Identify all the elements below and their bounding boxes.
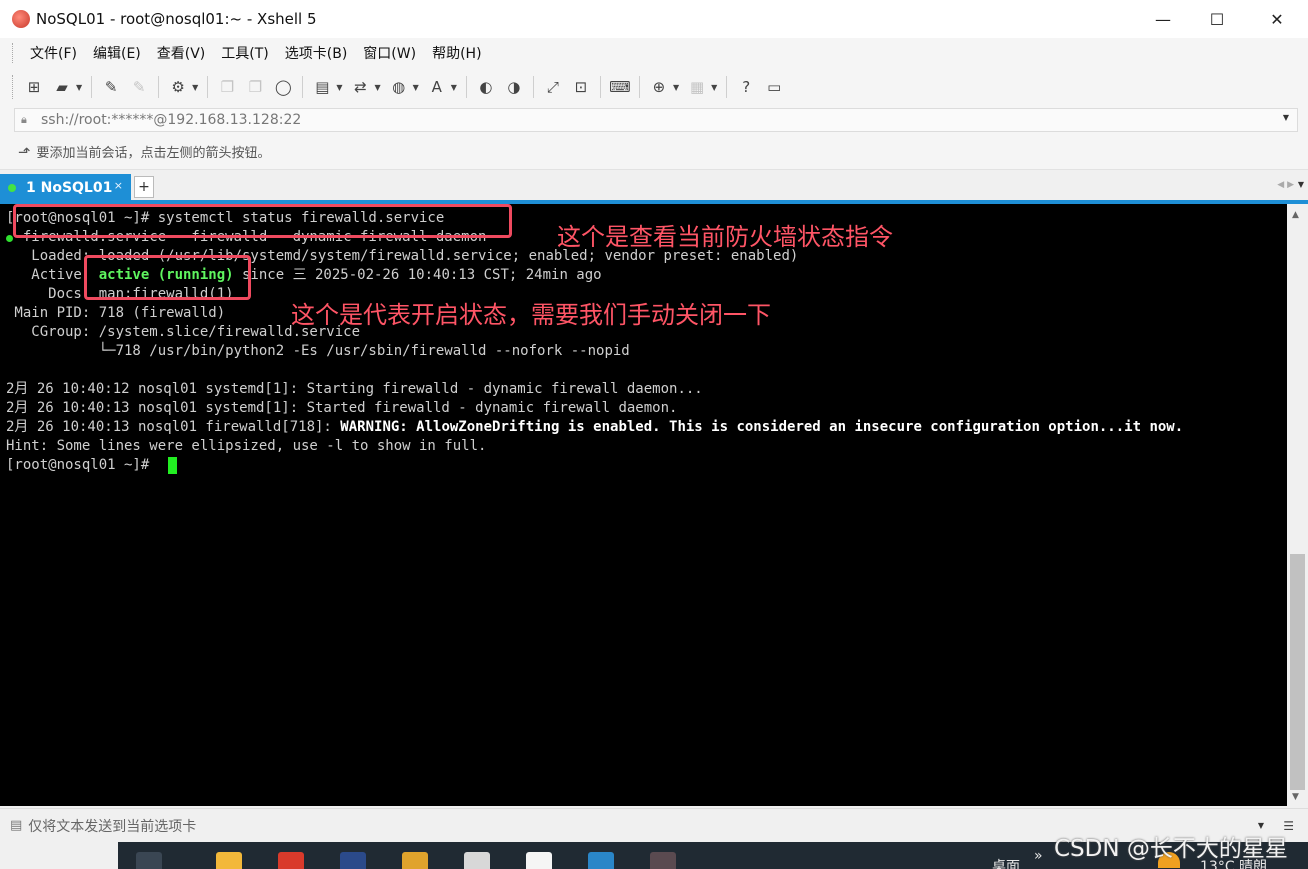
paste-icon: ❐ bbox=[248, 78, 263, 96]
chrome-icon[interactable] bbox=[402, 852, 428, 869]
menu-bar: 文件(F) 编辑(E) 查看(V) 工具(T) 选项卡(B) 窗口(W) 帮助(… bbox=[0, 38, 1308, 68]
terminal-cursor bbox=[168, 457, 177, 474]
script-icon[interactable]: ◑ bbox=[502, 75, 526, 99]
tab-list-dropdown-icon[interactable]: ▼ bbox=[1298, 180, 1304, 189]
status-highlight-box bbox=[84, 255, 251, 300]
session-hint-text: 要添加当前会话，点击左侧的箭头按钮。 bbox=[36, 146, 271, 161]
address-input[interactable]: 🔒︎ ssh://root:******@192.168.13.128:22 ▼ bbox=[14, 108, 1298, 132]
disconnect-icon: ✎ bbox=[132, 78, 146, 96]
command-highlight-box bbox=[13, 204, 512, 238]
font-icon[interactable]: A bbox=[425, 75, 449, 99]
qq-icon[interactable] bbox=[526, 852, 552, 869]
new-session-icon[interactable]: ⊞ bbox=[22, 75, 46, 99]
print-icon[interactable]: ▤ bbox=[310, 75, 334, 99]
address-dropdown-icon[interactable]: ▼ bbox=[1283, 113, 1289, 122]
menu-help[interactable]: 帮助(H) bbox=[424, 43, 489, 63]
compose-icon: ▤ bbox=[10, 818, 23, 833]
command-annotation: 这个是查看当前防火墙状态指令 bbox=[557, 223, 893, 251]
menu-edit[interactable]: 编辑(E) bbox=[85, 43, 149, 63]
transfer-icon[interactable]: ⇄ bbox=[348, 75, 372, 99]
terminal-line: Main PID: 718 (firewalld) bbox=[6, 305, 226, 321]
new-tab-button[interactable]: + bbox=[134, 176, 154, 198]
keyboard-icon[interactable]: ⌨ bbox=[608, 75, 632, 99]
add-session-arrow-icon[interactable]: ⬏ bbox=[18, 143, 31, 161]
maximize-button[interactable]: ☐ bbox=[1190, 0, 1244, 38]
window-title: NoSQL01 - root@nosql01:~ - Xshell 5 bbox=[36, 10, 317, 28]
address-bar: 🔒︎ ssh://root:******@192.168.13.128:22 ▼ bbox=[0, 106, 1308, 134]
menu-tools[interactable]: 工具(T) bbox=[213, 43, 276, 63]
open-folder-icon[interactable]: ▰ bbox=[50, 75, 74, 99]
vscode-icon[interactable] bbox=[340, 852, 366, 869]
taskbar-chevron[interactable]: » bbox=[1034, 848, 1043, 864]
task-view-icon[interactable] bbox=[136, 852, 162, 869]
terminal-line: Hint: Some lines were ellipsized, use -l… bbox=[6, 438, 487, 454]
wps-icon[interactable] bbox=[278, 852, 304, 869]
tab-scroll-arrows-icon[interactable]: ◀ ▶ bbox=[1277, 180, 1294, 190]
toolbar-grip bbox=[12, 75, 16, 99]
toolbar: ⊞ ▰ ▼ ✎ ✎ ⚙ ▼ ❐ ❐ ◯ ▤ ▼ ⇄ ▼ ◍ ▼ A ▼ ◐ ◑ ⤢ ⊡ ⌨ … bbox=[0, 68, 1308, 106]
xshell-app-icon bbox=[12, 10, 30, 28]
terminal-output[interactable]: [root@nosql01 ~]# systemctl status firew… bbox=[0, 204, 1287, 806]
terminal-line: └─718 /usr/bin/python2 -Es /usr/sbin/fir… bbox=[6, 343, 630, 359]
fullscreen-icon[interactable]: ⤢ bbox=[541, 75, 565, 99]
add-tab-icon[interactable]: ⊕ bbox=[647, 75, 671, 99]
menu-grip bbox=[12, 43, 16, 63]
terminal-line: 2月 26 10:40:12 nosql01 systemd[1]: Start… bbox=[6, 381, 703, 397]
tab-nosql01[interactable]: 1 NoSQL01 × bbox=[0, 174, 131, 202]
terminal-scrollbar[interactable]: ▲ ▼ bbox=[1287, 204, 1308, 806]
xshell-taskbar-icon[interactable] bbox=[650, 852, 676, 869]
close-button[interactable]: ✕ bbox=[1250, 0, 1304, 38]
properties-icon[interactable]: ⚙ bbox=[166, 75, 190, 99]
terminal-line: 2月 26 10:40:13 nosql01 firewalld[718]: W… bbox=[6, 418, 1183, 437]
terminal-prompt: [root@nosql01 ~]# bbox=[6, 457, 158, 473]
log-prefix: 2月 26 10:40:13 nosql01 firewalld[718]: bbox=[6, 419, 341, 435]
warning-text: WARNING: AllowZoneDrifting is enabled. T… bbox=[340, 419, 1184, 435]
tab-label: 1 NoSQL01 bbox=[26, 180, 113, 196]
connect-icon[interactable]: ✎ bbox=[99, 75, 123, 99]
layout-icon: ▦ bbox=[690, 78, 705, 96]
minimize-button[interactable]: — bbox=[1136, 0, 1190, 38]
session-hint-bar: ⬏ 要添加当前会话，点击左侧的箭头按钮。 bbox=[0, 134, 1308, 170]
scroll-down-icon[interactable]: ▼ bbox=[1292, 792, 1299, 802]
status-annotation: 这个是代表开启状态，需要我们手动关闭一下 bbox=[291, 301, 771, 329]
address-text: ssh://root:******@192.168.13.128:22 bbox=[41, 112, 302, 128]
csdn-watermark: CSDN @长不大的星星 bbox=[1054, 836, 1288, 862]
title-bar: NoSQL01 - root@nosql01:~ - Xshell 5 — ☐ … bbox=[0, 0, 1308, 38]
scroll-up-icon[interactable]: ▲ bbox=[1292, 210, 1299, 220]
active-since: since 三 2025-02-26 10:40:13 CST; 24min a… bbox=[233, 267, 602, 283]
tab-bar: 1 NoSQL01 × + ◀ ▶ ▼ bbox=[0, 172, 1308, 202]
globe-icon[interactable]: ◍ bbox=[387, 75, 411, 99]
terminal-line: 2月 26 10:40:13 nosql01 systemd[1]: Start… bbox=[6, 400, 678, 416]
menu-file[interactable]: 文件(F) bbox=[22, 43, 85, 63]
copy-icon: ❐ bbox=[220, 78, 235, 96]
compose-target-text: 仅将文本发送到当前选项卡 bbox=[28, 818, 197, 835]
connected-status-icon bbox=[8, 184, 16, 192]
xftp-icon[interactable]: ◐ bbox=[474, 75, 498, 99]
file-explorer-icon[interactable] bbox=[216, 852, 242, 869]
tab-close-icon[interactable]: × bbox=[114, 179, 123, 192]
menu-tabs[interactable]: 选项卡(B) bbox=[277, 43, 356, 63]
lock-icon: 🔒︎ bbox=[21, 113, 27, 126]
menu-view[interactable]: 查看(V) bbox=[149, 43, 214, 63]
help-icon[interactable]: ? bbox=[734, 75, 758, 99]
settings-gear-icon[interactable] bbox=[464, 852, 490, 869]
find-icon[interactable]: ◯ bbox=[271, 75, 295, 99]
lock-screen-icon[interactable]: ⊡ bbox=[569, 75, 593, 99]
chat-icon[interactable]: ▭ bbox=[762, 75, 786, 99]
desktop-label[interactable]: 桌面 bbox=[992, 856, 1020, 869]
vmware-icon[interactable] bbox=[588, 852, 614, 869]
scrollbar-thumb[interactable] bbox=[1290, 554, 1305, 790]
menu-window[interactable]: 窗口(W) bbox=[355, 43, 424, 63]
